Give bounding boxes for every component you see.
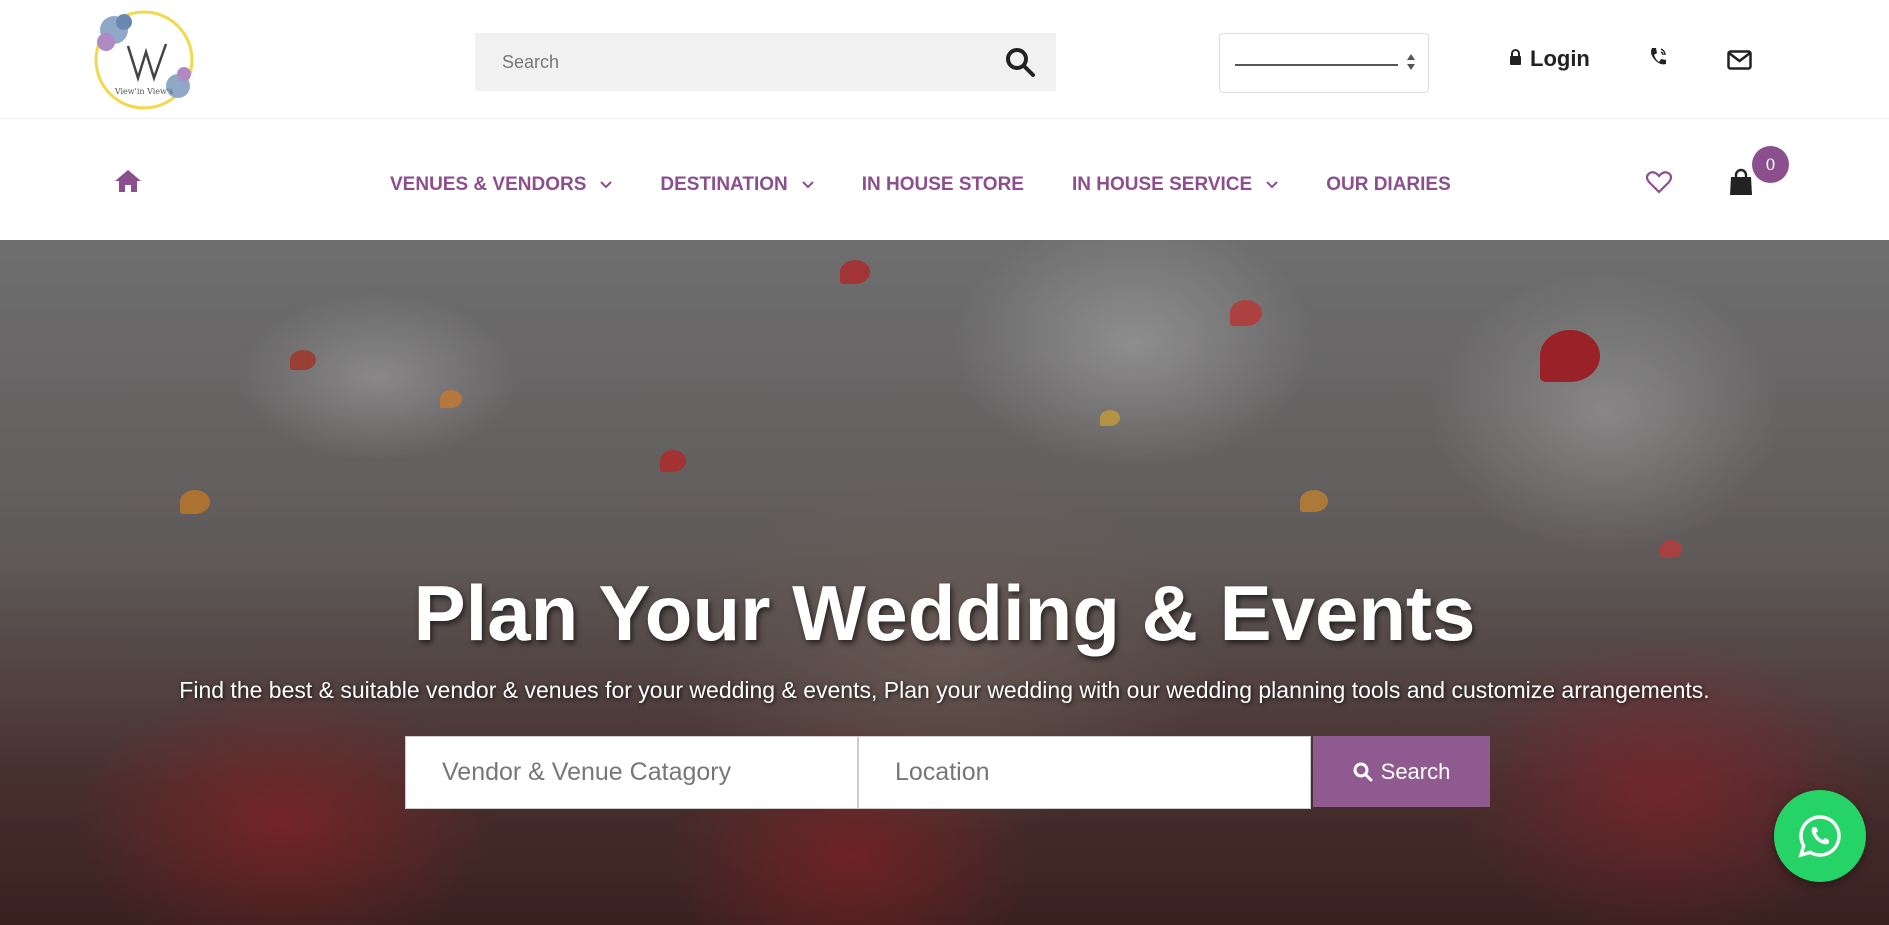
whatsapp-button[interactable] <box>1774 790 1866 882</box>
nav-item-label: IN HOUSE STORE <box>861 174 1024 195</box>
whatsapp-icon <box>1798 815 1841 858</box>
search-icon[interactable] <box>1004 46 1036 78</box>
hero-search-button[interactable]: Search <box>1313 736 1490 807</box>
language-select[interactable] <box>1219 33 1429 93</box>
select-arrows-icon <box>1406 51 1416 73</box>
nav-item-destination[interactable]: DESTINATION <box>660 174 814 196</box>
chevron-down-icon <box>802 181 814 189</box>
select-value-line <box>1235 64 1398 66</box>
heart-icon[interactable] <box>1645 170 1673 194</box>
nav-item-venues-vendors[interactable]: VENUES & VENDORS <box>390 174 613 196</box>
nav-item-label: IN HOUSE SERVICE <box>1071 174 1253 195</box>
location-input[interactable]: Location <box>858 736 1311 809</box>
nav-item-our-diaries[interactable]: OUR DIARIES <box>1326 174 1451 196</box>
search-icon <box>1353 762 1373 781</box>
search-box[interactable]: Search <box>475 33 1056 91</box>
login-label: Login <box>1530 46 1590 71</box>
hero-subtitle: Find the best & suitable vendor & venues… <box>179 677 1710 703</box>
home-icon[interactable] <box>113 168 143 194</box>
nav-item-label: VENUES & VENDORS <box>390 174 587 195</box>
category-input[interactable]: Vendor & Venue Catagory <box>405 736 858 809</box>
shopping-bag-icon[interactable] <box>1729 168 1753 196</box>
logo-text: View'in View's <box>114 87 173 96</box>
category-placeholder: Vendor & Venue Catagory <box>442 758 732 786</box>
chevron-down-icon <box>1266 181 1278 189</box>
search-placeholder: Search <box>502 52 560 72</box>
login-link[interactable]: Login <box>1509 46 1590 72</box>
nav-menu: VENUES & VENDORS DESTINATION IN HOUSE ST… <box>390 174 1499 196</box>
chevron-down-icon <box>600 181 613 189</box>
nav-item-label: OUR DIARIES <box>1326 174 1451 195</box>
logo-icon[interactable]: View'in View's <box>90 8 198 112</box>
nav-item-in-house-service[interactable]: IN HOUSE SERVICE <box>1072 174 1278 196</box>
nav-item-in-house-store[interactable]: IN HOUSE STORE <box>862 174 1024 196</box>
top-bar: View'in View's Search Login <box>0 0 1889 119</box>
hero-search-form: Vendor & Venue Catagory Location Search <box>405 736 1490 809</box>
hero-banner: Plan Your Wedding & Events Find the best… <box>0 240 1889 925</box>
cart-count-badge: 0 <box>1752 146 1789 183</box>
location-placeholder: Location <box>895 758 990 786</box>
mail-icon[interactable] <box>1727 50 1752 70</box>
nav-item-label: DESTINATION <box>660 174 788 195</box>
lock-icon <box>1509 48 1522 70</box>
phone-icon[interactable] <box>1648 46 1670 70</box>
hero-search-label: Search <box>1380 758 1451 784</box>
hero-title: Plan Your Wedding & Events <box>413 569 1476 657</box>
main-nav: VENUES & VENDORS DESTINATION IN HOUSE ST… <box>0 120 1889 240</box>
